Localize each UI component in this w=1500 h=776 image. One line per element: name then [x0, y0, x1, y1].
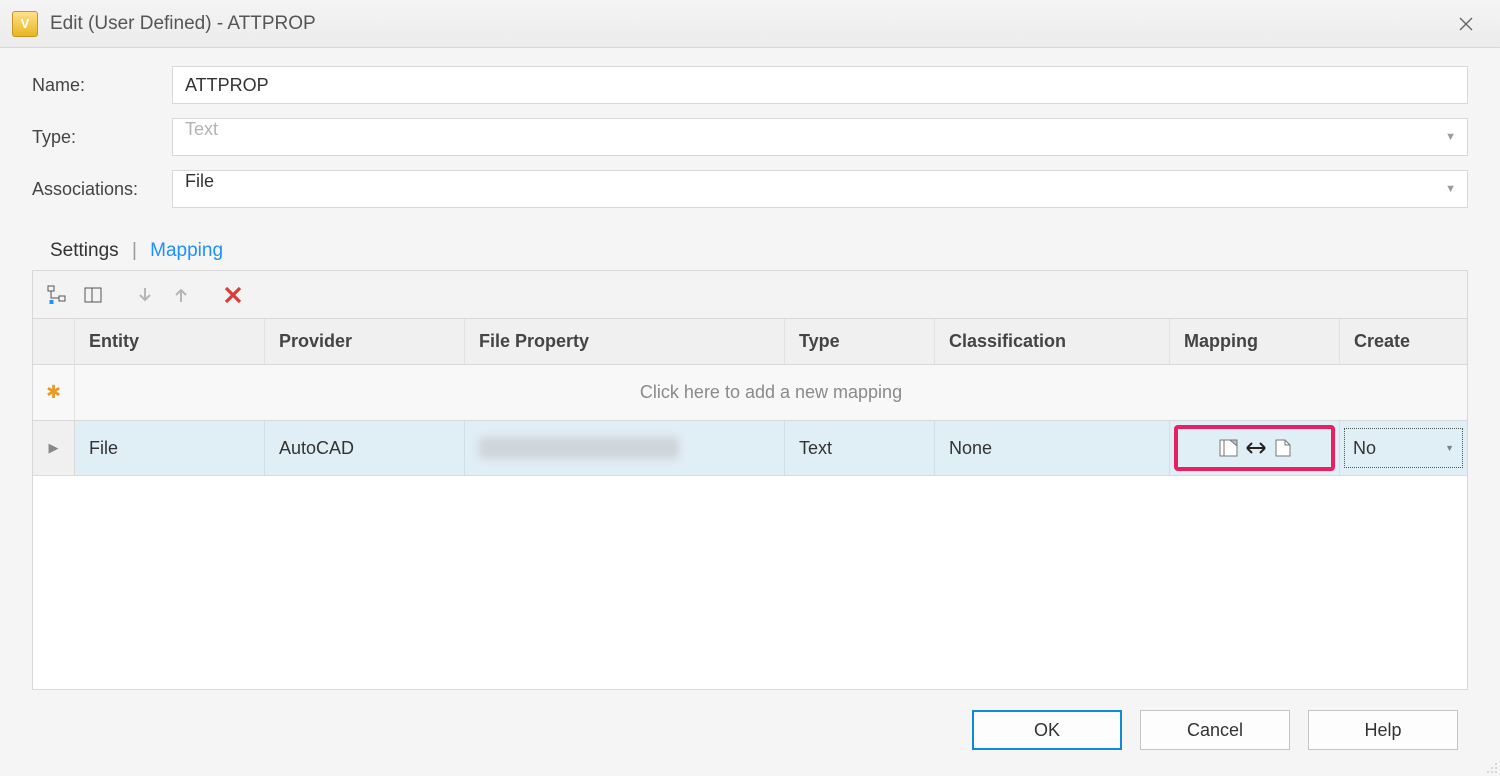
- mapping-grid: Entity Provider File Property Type Class…: [32, 318, 1468, 690]
- subtabs: Settings | Mapping: [50, 240, 1468, 262]
- tree-icon: [47, 285, 67, 305]
- type-value: Text: [185, 119, 218, 139]
- tab-mapping[interactable]: Mapping: [150, 240, 223, 261]
- tab-divider: |: [132, 240, 137, 261]
- sync-arrows-icon: [1245, 441, 1267, 455]
- header-provider[interactable]: Provider: [265, 319, 465, 364]
- document-left-icon: [1217, 437, 1239, 459]
- dialog-window: V Edit (User Defined) - ATTPROP Name: Ty…: [0, 0, 1500, 776]
- tab-settings[interactable]: Settings: [50, 240, 119, 261]
- header-type[interactable]: Type: [785, 319, 935, 364]
- delete-row-button[interactable]: [217, 279, 249, 311]
- new-row-prompt: Click here to add a new mapping: [75, 365, 1467, 420]
- cell-type[interactable]: Text: [785, 421, 935, 475]
- delete-icon: [223, 285, 243, 305]
- cell-provider[interactable]: AutoCAD: [265, 421, 465, 475]
- name-input[interactable]: [172, 66, 1468, 104]
- window-title: Edit (User Defined) - ATTPROP: [50, 13, 1446, 35]
- associations-select[interactable]: File: [172, 170, 1468, 208]
- row-marker-icon: ▶: [49, 440, 59, 456]
- mapping-highlight: [1174, 425, 1335, 471]
- dialog-footer: OK Cancel Help: [32, 690, 1468, 776]
- app-icon: V: [12, 11, 38, 37]
- chevron-down-icon: ▼: [1445, 443, 1454, 453]
- header-entity[interactable]: Entity: [75, 319, 265, 364]
- cell-classification[interactable]: None: [935, 421, 1170, 475]
- move-down-button[interactable]: [129, 279, 161, 311]
- grid-header: Entity Provider File Property Type Class…: [33, 319, 1467, 365]
- tree-view-button[interactable]: [41, 279, 73, 311]
- arrow-up-icon: [172, 286, 190, 304]
- resize-grip-icon[interactable]: [1482, 758, 1498, 774]
- name-row: Name:: [32, 66, 1468, 104]
- grid-new-row[interactable]: ✱ Click here to add a new mapping: [33, 365, 1467, 421]
- move-up-button[interactable]: [165, 279, 197, 311]
- associations-value: File: [185, 171, 214, 191]
- new-row-icon: ✱: [46, 382, 61, 403]
- create-value: No: [1353, 438, 1376, 459]
- cancel-button[interactable]: Cancel: [1140, 710, 1290, 750]
- type-row: Type: Text ▼: [32, 118, 1468, 156]
- associations-row: Associations: File ▼: [32, 170, 1468, 208]
- document-right-icon: [1273, 437, 1293, 459]
- close-button[interactable]: [1446, 0, 1486, 47]
- header-handle: [33, 319, 75, 364]
- arrow-down-icon: [136, 286, 154, 304]
- name-label: Name:: [32, 75, 172, 96]
- titlebar: V Edit (User Defined) - ATTPROP: [0, 0, 1500, 48]
- type-select: Text: [172, 118, 1468, 156]
- grid-row[interactable]: ▶ File AutoCAD Text None: [33, 421, 1467, 476]
- help-button[interactable]: Help: [1308, 710, 1458, 750]
- redacted-value: [479, 437, 679, 459]
- panel-icon: [83, 285, 103, 305]
- header-create[interactable]: Create: [1340, 319, 1467, 364]
- cell-mapping[interactable]: [1170, 421, 1340, 475]
- row-selector[interactable]: ▶: [33, 421, 75, 475]
- header-fileprop[interactable]: File Property: [465, 319, 785, 364]
- grid-empty-area: [33, 476, 1467, 689]
- mapping-toolbar: [32, 270, 1468, 318]
- panel-view-button[interactable]: [77, 279, 109, 311]
- cell-fileprop[interactable]: [465, 421, 785, 475]
- dialog-body: Name: Type: Text ▼ Associations: File ▼ …: [0, 48, 1500, 776]
- cell-entity[interactable]: File: [75, 421, 265, 475]
- header-classification[interactable]: Classification: [935, 319, 1170, 364]
- type-label: Type:: [32, 127, 172, 148]
- cell-create[interactable]: No ▼: [1340, 421, 1467, 475]
- associations-label: Associations:: [32, 179, 172, 200]
- header-mapping[interactable]: Mapping: [1170, 319, 1340, 364]
- close-icon: [1459, 17, 1473, 31]
- ok-button[interactable]: OK: [972, 710, 1122, 750]
